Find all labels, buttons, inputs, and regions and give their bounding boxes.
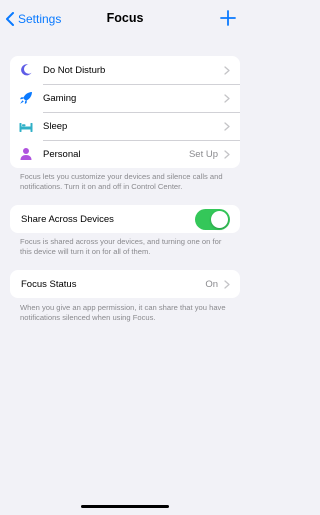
share-across-devices-row: Share Across Devices (10, 205, 240, 233)
focus-status-value: On (205, 278, 218, 290)
chevron-right-icon (224, 66, 230, 75)
focus-item-label: Gaming (43, 92, 77, 104)
focus-item-do-not-disturb[interactable]: Do Not Disturb (10, 56, 240, 84)
chevron-right-icon (224, 280, 230, 289)
toggle-knob (211, 211, 228, 228)
page-title: Focus (106, 11, 144, 25)
focus-description: Focus lets you customize your devices an… (20, 172, 223, 191)
focus-item-label: Personal (43, 148, 81, 160)
plus-icon[interactable] (220, 9, 236, 27)
focus-item-label: Do Not Disturb (43, 64, 106, 76)
focus-item-value: Set Up (188, 148, 218, 160)
share-across-devices-group: Share Across Devices (10, 205, 240, 233)
moon-icon (21, 64, 32, 76)
rocket-icon (20, 92, 32, 104)
chevron-right-icon (224, 94, 230, 103)
focus-modes-list: Do Not Disturb Gaming Sleep Personal Set… (10, 56, 240, 168)
focus-status-label: Focus Status (21, 278, 77, 290)
share-description: Focus is shared across your devices, and… (20, 237, 222, 256)
navigation-bar: Settings Focus (0, 0, 250, 38)
focus-status-description: When you give an app permission, it can … (20, 303, 226, 322)
bed-icon (19, 123, 33, 132)
home-indicator[interactable] (81, 505, 169, 508)
focus-item-gaming[interactable]: Gaming (10, 84, 240, 112)
chevron-right-icon (224, 150, 230, 159)
share-across-devices-label: Share Across Devices (21, 213, 114, 225)
focus-item-label: Sleep (43, 120, 68, 132)
chevron-right-icon (224, 122, 230, 131)
focus-status-row[interactable]: Focus Status On (10, 270, 240, 298)
focus-item-sleep[interactable]: Sleep (10, 112, 240, 140)
focus-status-group: Focus Status On (10, 270, 240, 298)
share-across-devices-toggle[interactable] (195, 209, 230, 230)
person-icon (20, 148, 32, 160)
focus-item-personal[interactable]: Personal Set Up (10, 140, 240, 168)
